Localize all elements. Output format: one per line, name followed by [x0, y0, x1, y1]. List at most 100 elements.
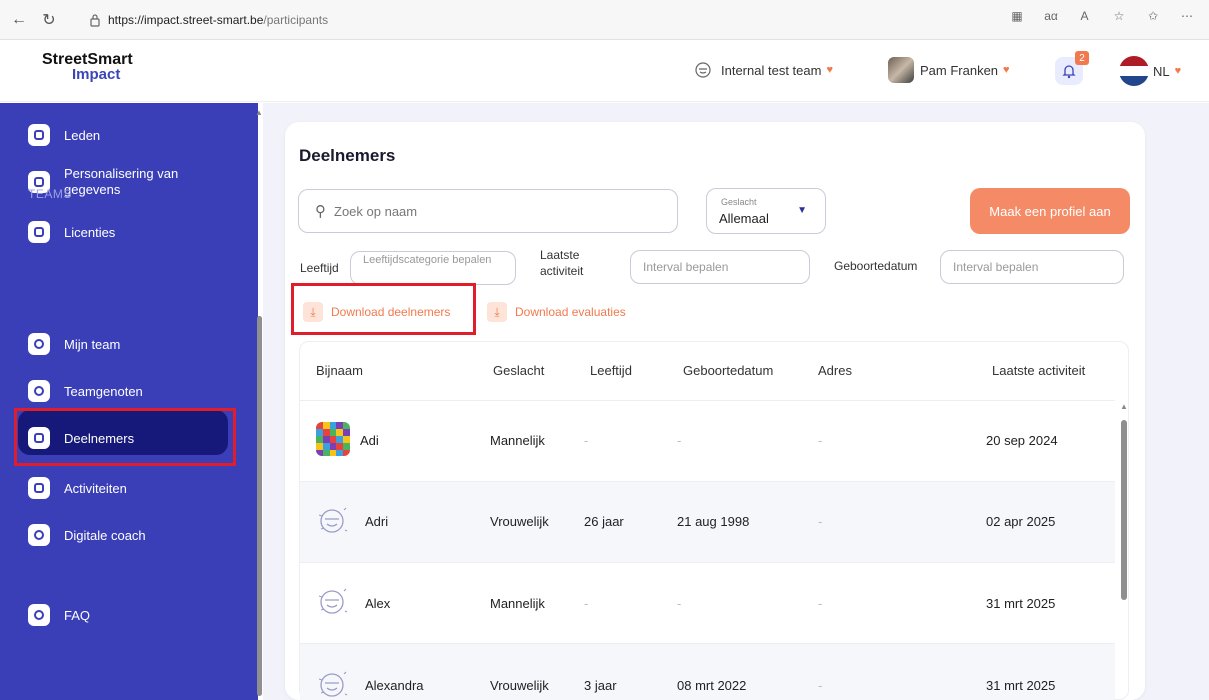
gender-select[interactable]: Geslacht Allemaal ▼	[706, 188, 826, 234]
text-size-icon[interactable]: A	[1077, 8, 1093, 24]
scroll-up-icon[interactable]: ▲	[1120, 402, 1128, 411]
sidebar-item-label: Licenties	[64, 224, 116, 240]
download-evaluations-button[interactable]: ⤓ Download evaluaties	[487, 302, 626, 322]
cell-birthdate: -	[677, 596, 682, 611]
create-profile-button[interactable]: Maak een profiel aan	[970, 188, 1130, 234]
column-header-leeftijd[interactable]: Leeftijd	[590, 363, 632, 378]
logo[interactable]: StreetSmart Impact	[42, 52, 133, 83]
sidebar-item-mijn-team[interactable]: Mijn team	[28, 333, 120, 355]
sidebar-item-digitale-coach[interactable]: Digitale coach	[28, 524, 146, 546]
table-scrollbar[interactable]: ▲	[1119, 402, 1129, 700]
user-name: Pam Franken	[920, 62, 999, 78]
cell-address: -	[818, 678, 823, 693]
last-activity-filter-input[interactable]: Interval bepalen	[630, 250, 810, 284]
team-selector[interactable]: Internal test team ♥	[693, 60, 833, 80]
cell-birthdate: -	[677, 433, 682, 448]
eye-icon	[28, 524, 50, 546]
gender-select-label: Geslacht	[721, 197, 757, 207]
notifications-button[interactable]: 2	[1055, 51, 1089, 85]
gender-select-value: Allemaal	[719, 211, 769, 226]
scrollbar-thumb[interactable]	[1121, 420, 1127, 600]
favorite-star-icon[interactable]: ☆	[1111, 8, 1127, 24]
cell-gender: Vrouwelijk	[490, 678, 549, 693]
scrollbar-thumb[interactable]	[257, 316, 262, 696]
language-selector[interactable]: NL ♥	[1119, 56, 1181, 86]
avatar	[888, 57, 914, 83]
caret-down-icon: ♥	[826, 64, 833, 76]
column-header-laatste-activiteit[interactable]: Laatste activiteit	[992, 363, 1085, 378]
birthdate-filter-input[interactable]: Interval bepalen	[940, 250, 1124, 284]
cell-last-activity: 20 sep 2024	[986, 433, 1058, 448]
column-header-adres[interactable]: Adres	[818, 363, 852, 378]
user-menu[interactable]: Pam Franken ♥	[888, 57, 1010, 83]
cell-age: 26 jaar	[584, 514, 624, 529]
sidebar-item-teamgenoten[interactable]: Teamgenoten	[28, 380, 143, 402]
cell-last-activity: 02 apr 2025	[986, 514, 1056, 529]
highlight-box-sidebar	[14, 408, 236, 466]
sidebar-item-label: Mijn team	[64, 336, 121, 352]
lock-icon	[90, 14, 100, 27]
cell-last-activity: 31 mrt 2025	[986, 678, 1056, 693]
cell-name: Alexandra	[365, 678, 424, 693]
default-avatar-icon	[318, 588, 348, 614]
sidebar-item-label: Teamgenoten	[64, 383, 143, 399]
cell-address: -	[818, 514, 823, 529]
chevron-down-icon: ▼	[797, 205, 807, 216]
sidebar-scrollbar[interactable]: ▲	[255, 108, 263, 698]
cell-name: Alex	[365, 596, 391, 611]
cell-gender: Vrouwelijk	[490, 514, 549, 529]
download-evaluations-label: Download evaluaties	[515, 305, 626, 319]
cell-age: 3 jaar	[584, 678, 617, 693]
default-avatar-icon	[318, 507, 348, 533]
license-icon	[28, 221, 50, 243]
birthdate-filter-label: Geboortedatum	[834, 259, 918, 273]
members-icon	[28, 124, 50, 146]
sidebar-item-faq[interactable]: FAQ	[28, 604, 90, 626]
read-aloud-icon[interactable]: aα	[1043, 8, 1059, 24]
search-placeholder: Zoek op naam	[334, 203, 418, 219]
column-header-bijnaam[interactable]: Bijnaam	[316, 363, 363, 378]
sidebar-item-label: Leden	[64, 127, 101, 143]
search-icon: ⚲	[315, 203, 326, 220]
sidebar-item-label: Personalisering van gegevens	[64, 166, 179, 198]
url-host: https://impact.street-smart.be	[108, 13, 264, 27]
last-activity-filter-label: Laatste activiteit	[540, 248, 584, 278]
flag-nl-icon	[1119, 56, 1149, 86]
cell-name: Adi	[360, 433, 379, 448]
notification-badge: 2	[1075, 51, 1089, 65]
team-icon	[695, 62, 711, 78]
sidebar-item-leden[interactable]: Leden	[28, 124, 100, 146]
cell-gender: Mannelijk	[490, 596, 545, 611]
cell-age: -	[584, 596, 589, 611]
age-filter-label: Leeftijd	[300, 261, 339, 275]
sidebar-item-activiteiten[interactable]: Activiteiten	[28, 477, 127, 499]
column-header-geboortedatum[interactable]: Geboortedatum	[683, 363, 773, 378]
activities-grid-icon	[28, 477, 50, 499]
scroll-up-icon[interactable]: ▲	[255, 108, 263, 117]
cell-address: -	[818, 433, 823, 448]
cell-gender: Mannelijk	[490, 433, 545, 448]
sidebar-item-licenties[interactable]: Licenties	[28, 221, 115, 243]
language-code: NL	[1153, 63, 1170, 79]
more-icon[interactable]: ⋯	[1179, 8, 1195, 24]
address-bar[interactable]: https://impact.street-smart.be/participa…	[88, 8, 328, 32]
page-title: Deelnemers	[299, 146, 396, 165]
apps-icon[interactable]: ▦	[1009, 8, 1025, 24]
cell-last-activity: 31 mrt 2025	[986, 596, 1056, 611]
back-icon[interactable]: ←	[8, 9, 30, 31]
cell-name: Adri	[365, 514, 389, 529]
default-avatar-icon	[318, 671, 348, 697]
teammates-icon	[28, 380, 50, 402]
reload-icon[interactable]: ↻	[38, 9, 60, 31]
cell-birthdate: 21 aug 1998	[677, 514, 750, 529]
logo-line2: Impact	[72, 66, 121, 83]
favorites-icon[interactable]: ✩	[1145, 8, 1161, 24]
browser-toolbar: ← ↻ https://impact.street-smart.be/parti…	[0, 0, 1209, 40]
age-filter-input[interactable]: Leeftijdscategorie bepalen	[350, 251, 516, 285]
url-path: /participants	[263, 13, 329, 27]
search-input[interactable]: ⚲ Zoek op naam	[298, 189, 678, 233]
highlight-box-download	[291, 283, 476, 335]
column-header-geslacht[interactable]: Geslacht	[493, 363, 544, 378]
sidebar-item-label: Digitale coach	[64, 527, 146, 543]
cell-birthdate: 08 mrt 2022	[677, 678, 747, 693]
